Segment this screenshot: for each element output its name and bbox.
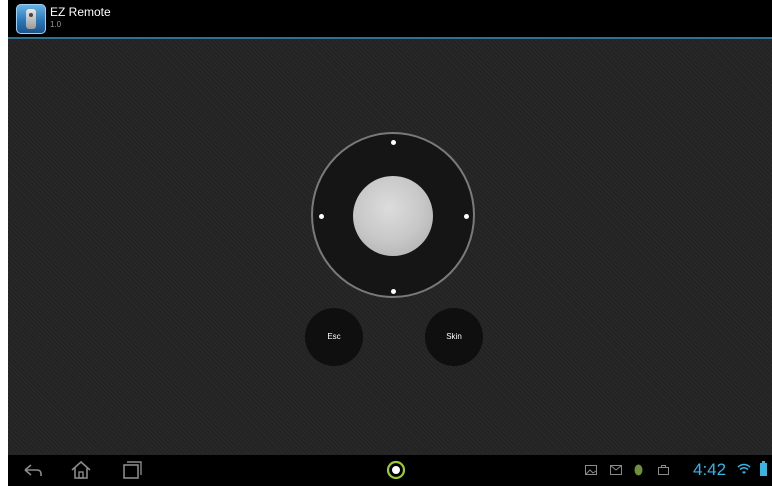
esc-button[interactable]: Esc xyxy=(305,308,363,366)
tablet-screen: EZ Remote 1.0 Esc Skin 4:42 xyxy=(8,0,772,486)
system-bar: 4:42 xyxy=(8,455,772,486)
launcher-icon[interactable] xyxy=(386,460,406,480)
home-icon[interactable] xyxy=(70,459,92,481)
dpad-down-button[interactable] xyxy=(391,289,396,294)
battery-icon xyxy=(760,461,767,476)
dpad-left-button[interactable] xyxy=(319,214,324,219)
action-bar: EZ Remote 1.0 xyxy=(8,0,772,39)
app-title: EZ Remote xyxy=(50,5,111,19)
dpad-up-button[interactable] xyxy=(391,140,396,145)
dpad-center-button[interactable] xyxy=(353,176,433,256)
app-version: 1.0 xyxy=(50,20,62,29)
skin-button[interactable]: Skin xyxy=(425,308,483,366)
gallery-icon[interactable] xyxy=(585,465,597,475)
remote-app-icon[interactable] xyxy=(16,4,46,34)
recent-apps-icon[interactable] xyxy=(120,459,142,481)
remote-panel: Esc Skin xyxy=(8,39,772,455)
dpad-right-button[interactable] xyxy=(464,214,469,219)
android-icon[interactable] xyxy=(634,464,643,476)
back-icon[interactable] xyxy=(22,459,44,481)
briefcase-icon[interactable] xyxy=(658,465,669,475)
wifi-icon xyxy=(737,463,751,474)
status-clock: 4:42 xyxy=(693,460,727,479)
gmail-icon[interactable] xyxy=(610,465,622,475)
